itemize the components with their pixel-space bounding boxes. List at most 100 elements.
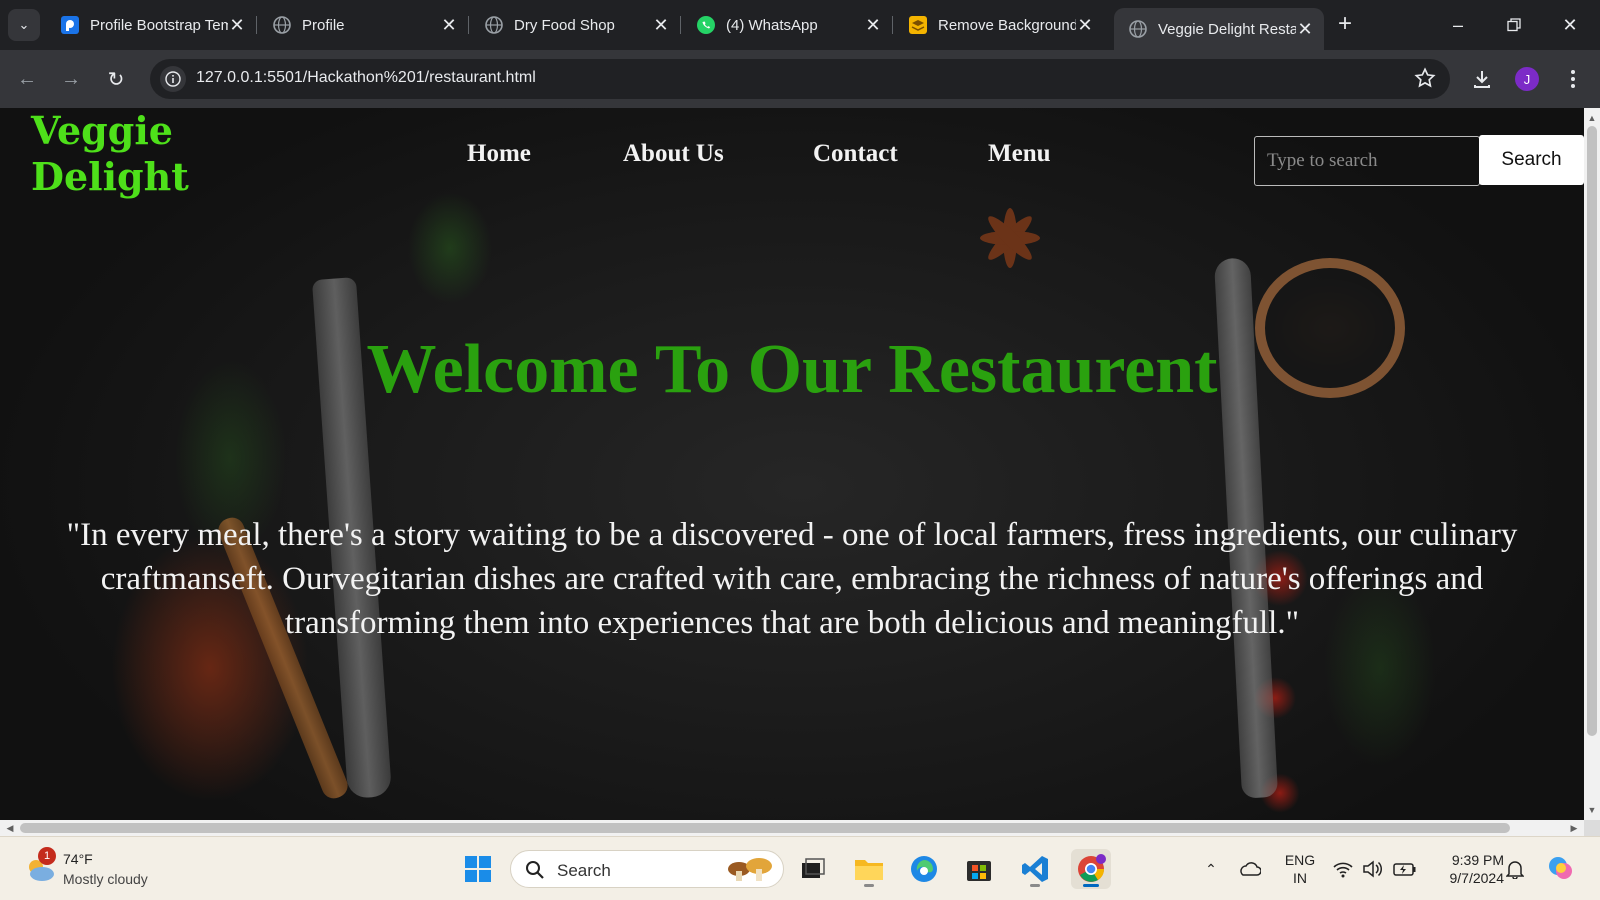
volume-icon[interactable] (1360, 849, 1386, 889)
vscode-icon (1022, 856, 1048, 882)
tab-remove-background[interactable]: Remove Background ✕ (894, 8, 1104, 42)
file-explorer-button[interactable] (849, 849, 889, 889)
running-indicator (1030, 884, 1040, 887)
new-tab-plus-icon[interactable]: + (1332, 12, 1358, 38)
notification-badge: 1 (38, 847, 56, 865)
horizontal-scroll-thumb[interactable] (20, 823, 1510, 833)
hero-quote: "In every meal, there's a story waiting … (66, 517, 1518, 641)
active-indicator (1083, 884, 1099, 887)
edge-browser-icon (911, 856, 937, 882)
globe-icon (484, 15, 504, 35)
tab-separator (680, 16, 681, 34)
nav-contact[interactable]: Contact (813, 140, 898, 168)
chrome-icon (1078, 854, 1106, 882)
vscode-button[interactable] (1015, 849, 1055, 889)
brand-line-2: Delight (31, 154, 189, 199)
site-info-icon[interactable] (160, 66, 186, 92)
close-icon[interactable]: ✕ (1296, 19, 1314, 40)
search-input[interactable] (1254, 136, 1480, 186)
scroll-left-arrow-icon[interactable]: ◀ (2, 820, 18, 836)
nav-home[interactable]: Home (467, 140, 531, 168)
region-code: IN (1293, 870, 1307, 886)
taskbar-search-label: Search (557, 861, 611, 880)
reload-icon[interactable]: ↻ (101, 64, 131, 94)
star-anise-decoration (980, 208, 1040, 268)
weather-widget[interactable]: 1 74°F Mostly cloudy (20, 847, 170, 891)
clock-time: 9:39 PM (1451, 852, 1504, 868)
clock-date: 9/7/2024 (1449, 870, 1505, 886)
nav-about-us[interactable]: About Us (623, 140, 724, 168)
tab-label: (4) WhatsApp (726, 16, 818, 34)
close-icon[interactable]: ✕ (1076, 15, 1094, 36)
scroll-down-arrow-icon[interactable]: ▼ (1584, 802, 1600, 818)
tab-label: Profile Bootstrap Templa (90, 16, 228, 34)
minimize-icon[interactable]: – (1438, 10, 1478, 40)
tab-separator (256, 16, 257, 34)
scrollbar-corner (1584, 820, 1600, 836)
onedrive-cloud-icon[interactable] (1234, 849, 1264, 889)
tab-search-chevron-icon[interactable]: ⌄ (8, 9, 40, 41)
close-icon[interactable]: ✕ (652, 15, 670, 36)
system-clock[interactable]: 9:39 PM 9/7/2024 (1434, 851, 1505, 887)
notification-bell-icon[interactable] (1502, 849, 1528, 889)
close-icon[interactable]: ✕ (228, 15, 246, 36)
globe-icon (1128, 19, 1148, 39)
close-icon[interactable]: ✕ (440, 15, 458, 36)
start-button[interactable] (458, 849, 498, 889)
download-icon[interactable] (1467, 64, 1497, 94)
chrome-button[interactable] (1071, 849, 1111, 889)
vertical-scrollbar[interactable]: ▲ ▼ (1584, 108, 1600, 820)
tab-separator (468, 16, 469, 34)
close-icon[interactable]: ✕ (864, 15, 882, 36)
horizontal-scrollbar[interactable]: ◀ ▶ (0, 820, 1584, 836)
weather-condition: Mostly cloudy (63, 871, 148, 887)
globe-icon (272, 15, 292, 35)
search-icon (526, 861, 544, 879)
brand-line-1: Veggie (31, 108, 173, 153)
address-bar[interactable]: 127.0.0.1:5501/Hackathon%201/restaurant.… (150, 59, 1450, 99)
windows-logo-icon (465, 856, 491, 882)
tab-profile[interactable]: Profile ✕ (258, 8, 469, 42)
tab-whatsapp[interactable]: (4) WhatsApp ✕ (682, 8, 893, 42)
language-code: ENG (1284, 852, 1316, 868)
tab-label: Profile (302, 16, 345, 34)
whatsapp-icon (696, 15, 716, 35)
tab-profile-bootstrap[interactable]: Profile Bootstrap Templa ✕ (46, 8, 257, 42)
search-button[interactable]: Search (1479, 135, 1584, 185)
store-icon (967, 861, 991, 881)
forward-arrow-icon[interactable]: → (56, 64, 86, 94)
microsoft-store-button[interactable] (959, 849, 999, 889)
profile-avatar[interactable]: J (1515, 67, 1539, 91)
vertical-scroll-thumb[interactable] (1587, 126, 1597, 736)
scroll-up-arrow-icon[interactable]: ▲ (1584, 110, 1600, 126)
browser-toolbar: ← → ↻ 127.0.0.1:5501/Hackathon%201/resta… (0, 50, 1600, 108)
tab-veggie-delight[interactable]: Veggie Delight Restaurant ✕ (1114, 8, 1324, 50)
kebab-menu-icon[interactable] (1558, 64, 1588, 94)
window-close-icon[interactable]: ✕ (1550, 10, 1590, 40)
tab-dry-food-shop[interactable]: Dry Food Shop ✕ (470, 8, 681, 42)
bootstrap-icon (60, 15, 80, 35)
tab-label: Remove Background (938, 16, 1076, 34)
weather-temperature: 74°F (63, 851, 93, 867)
back-arrow-icon[interactable]: ← (12, 64, 42, 94)
wifi-icon[interactable] (1330, 849, 1356, 889)
edge-button[interactable] (904, 849, 944, 889)
language-indicator[interactable]: ENG IN (1280, 851, 1320, 887)
scroll-right-arrow-icon[interactable]: ▶ (1566, 820, 1582, 836)
copilot-icon[interactable] (1544, 849, 1578, 889)
show-hidden-icons-chevron-icon[interactable]: ⌃ (1198, 849, 1224, 889)
taskbar-search[interactable]: Search (510, 850, 784, 888)
hero-title: Welcome To Our Restaurent (366, 331, 1218, 408)
tab-label: Veggie Delight Restaurant (1158, 20, 1296, 38)
nav-menu[interactable]: Menu (988, 140, 1051, 168)
tab-label: Dry Food Shop (514, 16, 615, 34)
battery-charging-icon[interactable] (1390, 849, 1420, 889)
task-view-icon (802, 858, 825, 878)
restore-icon[interactable] (1494, 10, 1534, 40)
page-viewport: Veggie Delight Home About Us Contact Men… (0, 108, 1584, 820)
task-view-button[interactable] (793, 849, 833, 889)
removebg-icon (908, 15, 928, 35)
bookmark-star-icon[interactable] (1414, 67, 1436, 94)
brand-logo[interactable]: Veggie Delight (31, 108, 189, 200)
tab-separator (892, 16, 893, 34)
